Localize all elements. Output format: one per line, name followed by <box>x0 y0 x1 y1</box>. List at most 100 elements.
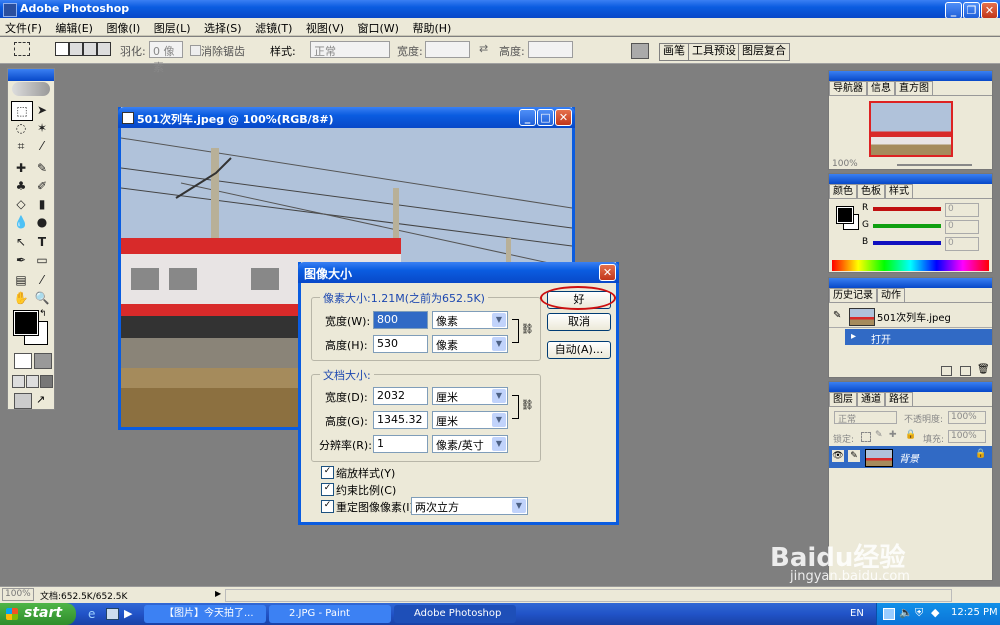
resample-checkbox[interactable]: ✓ <box>321 500 334 513</box>
b-value[interactable]: 0 <box>945 237 979 251</box>
r-value[interactable]: 0 <box>945 203 979 217</box>
dialog-close-button[interactable]: ✕ <box>599 264 616 281</box>
lock-move-icon[interactable]: ✚ <box>889 430 897 440</box>
tab-styles[interactable]: 样式 <box>885 184 913 198</box>
scale-styles-checkbox[interactable]: ✓ <box>321 466 334 479</box>
doc-height-input[interactable]: 1345.32 <box>373 411 428 429</box>
network-tray-icon[interactable] <box>883 608 895 620</box>
brush-tool-icon[interactable]: ✎ <box>32 159 52 177</box>
zoom-tool-icon[interactable]: 🔍 <box>32 289 52 307</box>
clock[interactable]: 12:25 PM <box>951 607 998 618</box>
opacity-input[interactable]: 100% <box>948 411 986 424</box>
lasso-tool-icon[interactable]: ◌ <box>11 119 31 137</box>
resolution-unit-select[interactable]: 像素/英寸 ▼ <box>432 435 508 453</box>
palette-well-icon[interactable] <box>631 43 649 59</box>
r-slider[interactable] <box>873 207 941 211</box>
tab-navigator[interactable]: 导航器 <box>829 81 867 95</box>
navigator-thumbnail[interactable] <box>869 101 953 157</box>
blur-tool-icon[interactable]: 💧 <box>11 213 31 231</box>
history-trash-icon[interactable]: 🗑 <box>977 364 990 375</box>
navigator-zoom[interactable]: 100% <box>832 159 858 169</box>
screen-mode-standard-icon[interactable] <box>12 375 25 388</box>
tab-brushes[interactable]: 画笔 <box>659 43 689 61</box>
menu-edit[interactable]: 编辑(E) <box>50 18 98 38</box>
tab-paths[interactable]: 路径 <box>885 392 913 406</box>
menu-view[interactable]: 视图(V) <box>301 18 349 38</box>
tab-actions[interactable]: 动作 <box>877 288 905 302</box>
constrain-proportions-checkbox[interactable]: ✓ <box>321 483 334 496</box>
history-palette-titlebar[interactable] <box>829 278 992 288</box>
subtract-selection-icon[interactable] <box>83 42 97 56</box>
tab-channels[interactable]: 通道 <box>857 392 885 406</box>
new-selection-icon[interactable] <box>55 42 69 56</box>
doc-width-input[interactable]: 2032 <box>373 387 428 405</box>
marquee-preset-icon[interactable] <box>14 42 30 56</box>
quick-mask-icon[interactable] <box>34 353 52 369</box>
lock-brush-icon[interactable]: ✎ <box>875 430 883 440</box>
width-input[interactable] <box>425 41 470 58</box>
task-paint[interactable]: 2.JPG - Paint <box>269 605 391 623</box>
navigator-zoom-slider[interactable] <box>897 164 972 166</box>
toolbox-header[interactable] <box>8 69 54 81</box>
g-slider[interactable] <box>873 224 941 228</box>
pixel-width-unit-select[interactable]: 像素 ▼ <box>432 311 508 329</box>
tab-histogram[interactable]: 直方图 <box>895 81 933 95</box>
navigator-palette-titlebar[interactable] <box>829 71 992 81</box>
height-input[interactable] <box>528 41 573 58</box>
lock-transparent-icon[interactable] <box>861 432 871 442</box>
tab-history[interactable]: 历史记录 <box>829 288 877 302</box>
language-indicator[interactable]: EN <box>850 608 864 619</box>
pixel-height-unit-select[interactable]: 像素 ▼ <box>432 335 508 353</box>
horizontal-scrollbar[interactable] <box>225 589 952 602</box>
history-brush-icon[interactable]: ✐ <box>32 177 52 195</box>
tab-layer-comps[interactable]: 图层复合 <box>738 43 790 61</box>
menu-select[interactable]: 选择(S) <box>199 18 247 38</box>
move-tool-icon[interactable]: ➤ <box>32 101 52 119</box>
app-title-bar[interactable]: Adobe Photoshop _ ❐ ✕ <box>0 0 1000 19</box>
cancel-button[interactable]: 取消 <box>547 313 611 331</box>
imageready-icon[interactable] <box>14 393 32 409</box>
fill-input[interactable]: 100% <box>948 430 986 443</box>
layer-row[interactable]: 👁 ✎ 背景 🔒 <box>829 446 992 468</box>
layer-brush-icon[interactable]: ✎ <box>848 450 860 462</box>
pen-tool-icon[interactable]: ✒ <box>11 251 31 269</box>
standard-mode-icon[interactable] <box>14 353 32 369</box>
antialias-checkbox[interactable] <box>190 45 201 56</box>
media-quicklaunch-icon[interactable]: ▶ <box>124 607 132 620</box>
minimize-button[interactable]: _ <box>945 2 962 19</box>
status-menu-arrow-icon[interactable]: ▶ <box>215 589 221 598</box>
menu-file[interactable]: 文件(F) <box>0 18 47 38</box>
feather-input[interactable]: 0 像素 <box>149 41 183 74</box>
pixel-height-input[interactable]: 530 <box>373 335 428 353</box>
eyedropper-icon[interactable]: ⁄ <box>32 271 52 289</box>
desktop-quicklaunch-icon[interactable] <box>106 608 119 620</box>
healing-brush-icon[interactable]: ✚ <box>11 159 31 177</box>
add-selection-icon[interactable] <box>69 42 83 56</box>
menu-help[interactable]: 帮助(H) <box>407 18 456 38</box>
tab-layers[interactable]: 图层 <box>829 392 857 406</box>
swap-colors-icon[interactable]: ↰ <box>39 309 47 319</box>
auto-button[interactable]: 自动(A)... <box>547 341 611 359</box>
layer-visibility-icon[interactable]: 👁 <box>832 450 844 462</box>
color-foreground-swatch[interactable] <box>836 206 854 224</box>
gradient-tool-icon[interactable]: ▮ <box>32 195 52 213</box>
ie-quicklaunch-icon[interactable]: e <box>88 607 95 621</box>
magic-wand-icon[interactable]: ✶ <box>32 119 52 137</box>
blend-mode-select[interactable]: 正常 <box>834 411 897 425</box>
update-tray-icon[interactable]: ◆ <box>931 606 939 619</box>
doc-width-unit-select[interactable]: 厘米 ▼ <box>432 387 508 405</box>
image-close-button[interactable]: ✕ <box>555 109 572 126</box>
screen-mode-full-icon[interactable] <box>40 375 53 388</box>
crop-tool-icon[interactable]: ⌗ <box>11 137 31 155</box>
volume-tray-icon[interactable]: 🔈 <box>899 606 913 619</box>
image-maximize-button[interactable]: □ <box>537 109 554 126</box>
dialog-title-bar[interactable]: 图像大小 ✕ <box>298 262 619 283</box>
shape-tool-icon[interactable]: ▭ <box>32 251 52 269</box>
task-photoshop[interactable]: Adobe Photoshop <box>394 605 516 623</box>
image-minimize-button[interactable]: _ <box>519 109 536 126</box>
slice-tool-icon[interactable]: ⁄ <box>32 137 52 155</box>
screen-mode-full-menu-icon[interactable] <box>26 375 39 388</box>
menu-layer[interactable]: 图层(L) <box>149 18 196 38</box>
history-new-snapshot-icon[interactable] <box>960 366 971 376</box>
history-snapshot-row[interactable]: ✎ 501次列车.jpeg <box>829 305 992 328</box>
